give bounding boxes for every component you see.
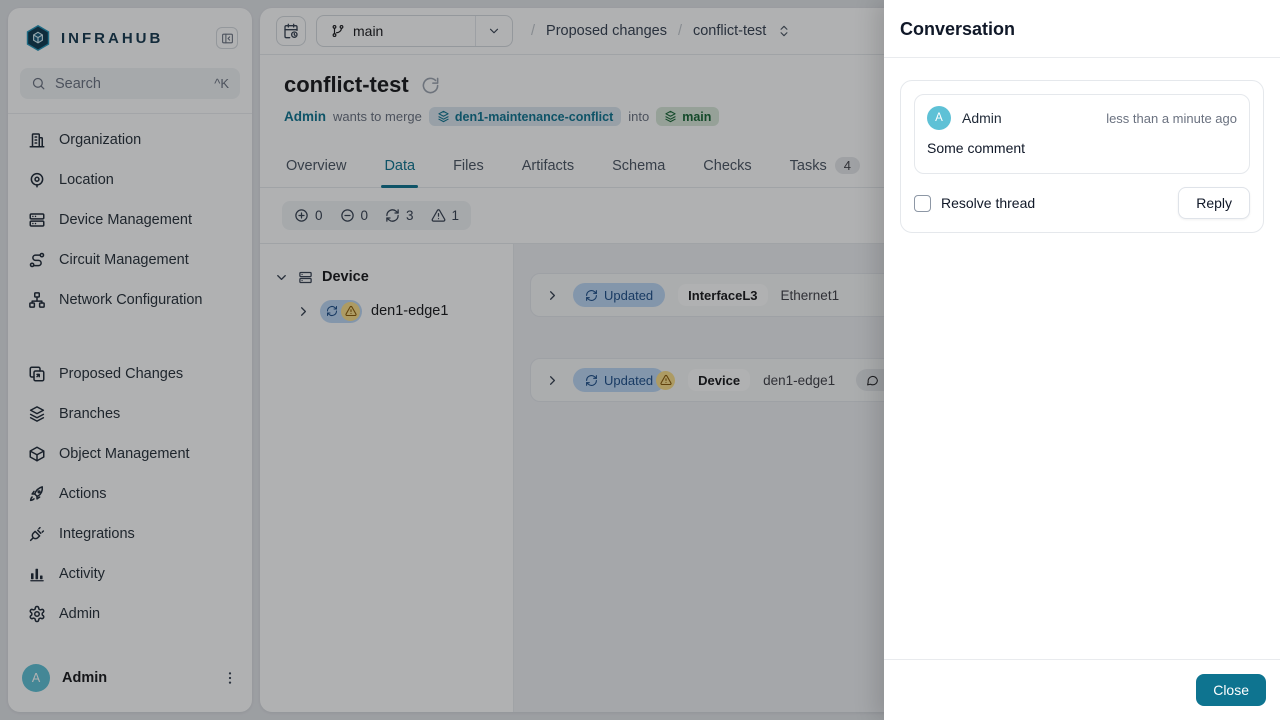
comment-author-avatar: A bbox=[927, 106, 951, 130]
close-button[interactable]: Close bbox=[1196, 674, 1266, 706]
thread-actions: Resolve thread Reply bbox=[914, 187, 1250, 219]
app-root: INFRAHUB Search ^K Organization Location… bbox=[0, 0, 1280, 720]
panel-footer: Close bbox=[884, 659, 1280, 720]
comment-timestamp: less than a minute ago bbox=[1106, 110, 1237, 126]
comment: A Admin less than a minute ago Some comm… bbox=[914, 94, 1250, 174]
comment-header: A Admin less than a minute ago bbox=[927, 106, 1237, 130]
thread-card: A Admin less than a minute ago Some comm… bbox=[900, 80, 1264, 233]
comment-author-name: Admin bbox=[962, 110, 1002, 126]
resolve-thread-label: Resolve thread bbox=[941, 195, 1036, 211]
comment-body: Some comment bbox=[927, 140, 1026, 156]
conversation-panel: Conversation A Admin less than a minute … bbox=[884, 0, 1280, 720]
reply-button[interactable]: Reply bbox=[1178, 187, 1250, 219]
panel-title: Conversation bbox=[884, 0, 1280, 58]
resolve-thread-checkbox[interactable] bbox=[914, 194, 931, 212]
